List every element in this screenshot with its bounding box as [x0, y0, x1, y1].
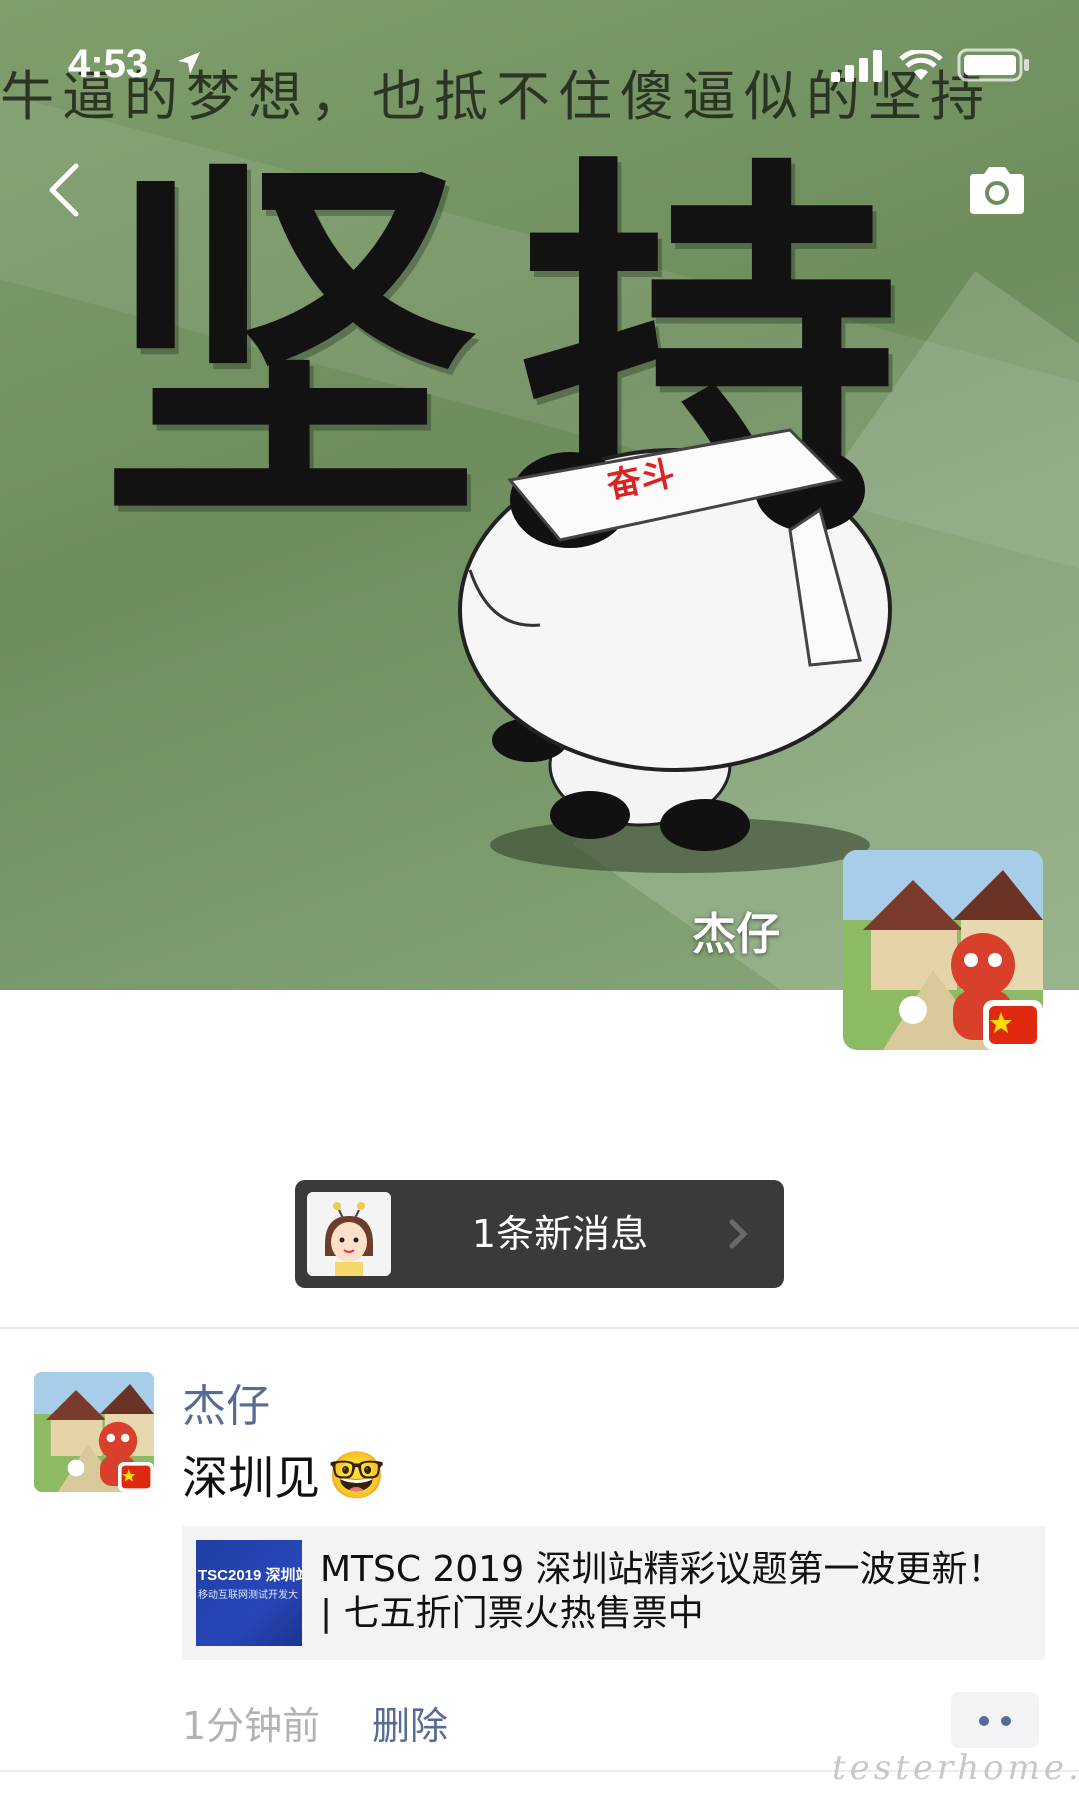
sender-avatar	[307, 1192, 391, 1276]
link-thumbnail: TSC2019 深圳站 移动互联网测试开发大	[196, 1540, 302, 1646]
post-text: 深圳见 🤓	[182, 1442, 385, 1508]
wifi-icon	[899, 50, 943, 80]
location-arrow-icon	[178, 52, 200, 74]
section-divider	[0, 1327, 1079, 1329]
girl-avatar-icon	[307, 1192, 391, 1276]
status-bar: 4:53	[0, 0, 1079, 120]
new-message-banner[interactable]: 1条新消息	[295, 1180, 784, 1288]
profile-avatar[interactable]	[843, 850, 1043, 1050]
more-actions-button[interactable]	[951, 1692, 1039, 1748]
battery-icon	[957, 48, 1029, 82]
cartoon-fox-avatar-icon	[843, 850, 1043, 1050]
post-text-content: 深圳见	[182, 1451, 320, 1505]
watermark: testerhome.com	[832, 1748, 1079, 1788]
link-title: MTSC 2019 深圳站精彩议题第一波更新！ | 七五折门票火热售票中	[320, 1549, 1004, 1634]
more-dot-icon	[1001, 1716, 1011, 1726]
panda-illustration: 奋斗	[458, 428, 892, 873]
status-icons	[831, 48, 1031, 82]
post-author-name[interactable]: 杰仔	[182, 1370, 270, 1434]
camera-icon[interactable]	[966, 164, 1028, 216]
profile-name: 杰仔	[692, 909, 780, 960]
back-chevron-icon[interactable]	[44, 160, 84, 220]
status-time: 4:53	[68, 42, 149, 86]
link-thumbnail-title: TSC2019 深圳站	[198, 1567, 302, 1584]
cartoon-fox-avatar-icon	[34, 1372, 154, 1492]
post-author-avatar[interactable]	[34, 1372, 154, 1492]
new-message-text: 1条新消息	[471, 1212, 649, 1256]
delete-button[interactable]: 删除	[372, 1695, 448, 1750]
moments-page: 牛逼的梦想，也抵不住傻逼似的坚持 坚持 奋斗 4:53 杰仔 1条新消息 杰仔 …	[0, 0, 1079, 1811]
chevron-right-icon	[729, 1219, 748, 1249]
cover-image[interactable]: 牛逼的梦想，也抵不住傻逼似的坚持 坚持 奋斗	[0, 0, 1079, 990]
signal-icon	[831, 50, 882, 82]
post-timestamp: 1分钟前	[182, 1704, 321, 1748]
link-thumbnail-subtitle: 移动互联网测试开发大	[198, 1590, 298, 1601]
more-dot-icon	[979, 1716, 989, 1726]
nerd-face-emoji-icon: 🤓	[328, 1447, 386, 1502]
shared-link-card[interactable]: TSC2019 深圳站 移动互联网测试开发大 MTSC 2019 深圳站精彩议题…	[182, 1526, 1045, 1660]
